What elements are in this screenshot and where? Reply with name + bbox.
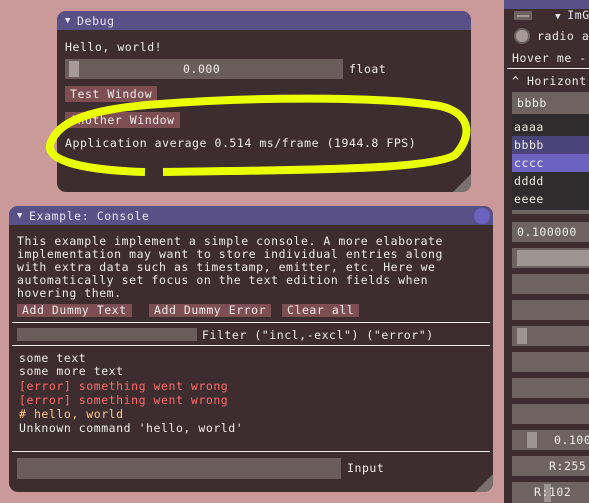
separator bbox=[12, 451, 490, 452]
combo-box[interactable]: bbbb bbox=[512, 92, 589, 114]
annotation-stroke bbox=[46, 94, 471, 176]
clear-all-button[interactable]: Clear all bbox=[282, 304, 360, 317]
log-line: some more text bbox=[19, 364, 124, 378]
resize-grip[interactable] bbox=[475, 474, 493, 492]
drag-value: 0.100 bbox=[554, 433, 589, 447]
radio-button[interactable] bbox=[514, 28, 530, 44]
radio-label: radio a bbox=[537, 29, 589, 43]
log-line-error: [error] something went wrong bbox=[19, 393, 229, 407]
color-r-255-value: R:255 bbox=[549, 459, 587, 473]
color-r-102-value: R:102 bbox=[534, 485, 572, 499]
add-dummy-text-button[interactable]: Add Dummy Text bbox=[17, 304, 132, 317]
horizontal-header[interactable]: ^ Horizont bbox=[512, 74, 587, 88]
collapse-triangle-icon[interactable]: ▼ bbox=[555, 12, 567, 22]
console-titlebar[interactable]: ▼ Example: Console bbox=[9, 206, 493, 225]
input-row[interactable] bbox=[512, 404, 589, 424]
combo-value: bbbb bbox=[517, 96, 547, 110]
list-item[interactable]: dddd bbox=[512, 172, 589, 190]
filter-label: Filter ("incl,-excl") ("error") bbox=[202, 328, 434, 342]
console-window: ▼ Example: Console This example implemen… bbox=[9, 206, 493, 492]
color-r-255[interactable]: R:255 bbox=[512, 456, 589, 476]
close-icon[interactable] bbox=[474, 208, 490, 224]
log-line-command: # hello, world bbox=[19, 407, 124, 421]
color-r-102[interactable]: R:102 bbox=[512, 482, 589, 503]
command-input[interactable] bbox=[17, 458, 341, 479]
input-row[interactable] bbox=[512, 274, 589, 294]
test-titlebar[interactable]: ▼ ImGui Te bbox=[504, 0, 589, 22]
list-item[interactable]: eeee bbox=[512, 190, 589, 208]
console-title: Example: Console bbox=[29, 208, 150, 223]
input-label: Input bbox=[347, 461, 385, 475]
drag-row[interactable]: 0.100 bbox=[512, 430, 589, 450]
log-line: some text bbox=[19, 351, 87, 365]
list-box[interactable]: aaaa bbbb cccc dddd eeee bbox=[512, 114, 589, 210]
float-input[interactable]: 0.100000 bbox=[512, 222, 589, 242]
float-input-value: 0.100000 bbox=[517, 225, 577, 239]
separator bbox=[12, 345, 490, 346]
add-dummy-error-button[interactable]: Add Dummy Error bbox=[149, 304, 272, 317]
test-window: ▼ ImGui Te radio a Hover me - ^ Horizont… bbox=[504, 0, 589, 503]
slider-grab[interactable] bbox=[527, 432, 537, 448]
collapse-triangle-icon[interactable]: ▼ bbox=[17, 211, 23, 221]
list-item-hovered[interactable]: bbbb bbox=[512, 136, 589, 154]
slider-row[interactable] bbox=[512, 326, 589, 346]
description-line: hovering them. bbox=[17, 286, 122, 300]
list-item-selected[interactable]: cccc bbox=[512, 154, 589, 172]
log-line-error: [error] something went wrong bbox=[19, 379, 229, 393]
slider-grab[interactable] bbox=[517, 328, 527, 344]
radio-dot bbox=[516, 30, 528, 42]
log-area[interactable]: some text some more text [error] somethi… bbox=[17, 351, 485, 435]
input-row[interactable] bbox=[512, 300, 589, 320]
checkbox-partial[interactable] bbox=[514, 11, 532, 20]
slider-row[interactable] bbox=[512, 248, 589, 268]
list-item[interactable]: aaaa bbox=[512, 118, 589, 136]
log-line: Unknown command 'hello, world' bbox=[19, 421, 244, 435]
separator bbox=[12, 322, 490, 323]
separator bbox=[507, 68, 589, 69]
input-row[interactable] bbox=[512, 378, 589, 398]
input-row[interactable] bbox=[512, 352, 589, 372]
test-title: ImGui Te bbox=[567, 8, 589, 22]
slider-fill bbox=[517, 250, 589, 266]
list-scroll-bottom bbox=[512, 210, 589, 214]
hover-text[interactable]: Hover me - bbox=[512, 51, 587, 65]
filter-input[interactable] bbox=[17, 328, 197, 341]
